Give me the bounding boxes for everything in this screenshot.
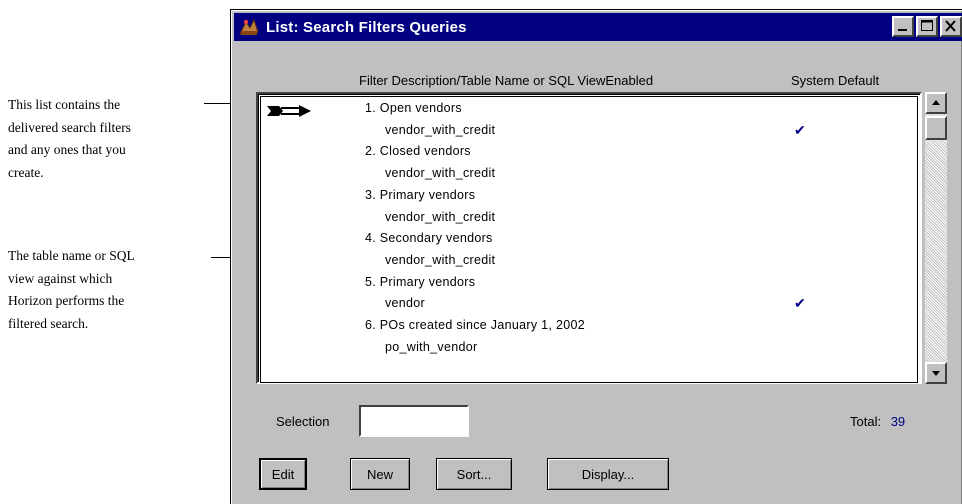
- list-item-text: 6. POs created since January 1, 2002: [365, 318, 585, 332]
- scroll-up-button[interactable]: [925, 92, 947, 114]
- close-icon: [945, 20, 956, 32]
- close-button[interactable]: [940, 16, 962, 37]
- annotation-table-name-description: The table name or SQL view against which…: [8, 248, 135, 331]
- scroll-thumb[interactable]: [925, 116, 947, 140]
- list-item-filter[interactable]: 5. Primary vendors: [261, 271, 917, 293]
- total-value: 39: [890, 414, 906, 429]
- list-item-text: 2. Closed vendors: [365, 144, 471, 159]
- window-title: List: Search Filters Queries: [266, 18, 467, 36]
- list-item-text: 4. Secondary vendors: [365, 231, 493, 246]
- list-item-table-name[interactable]: vendor_with_credit: [261, 206, 917, 228]
- edit-button[interactable]: Edit: [259, 458, 307, 490]
- selection-input[interactable]: [359, 405, 469, 437]
- app-icon: [238, 16, 260, 38]
- system-default-check-icon: ✔: [794, 121, 807, 138]
- list-item-text: vendor_with_credit: [385, 252, 496, 267]
- list-item-text: 3. Primary vendors: [365, 187, 476, 202]
- list-item-text: 5. Primary vendors: [365, 274, 476, 289]
- list-item-table-name[interactable]: vendor ✔: [261, 292, 917, 314]
- vertical-scrollbar[interactable]: [925, 92, 947, 384]
- arrow-up-icon: [932, 100, 940, 105]
- list-item-text: vendor: [385, 296, 426, 311]
- list-item-text: 1. Open vendors: [365, 101, 462, 115]
- arrow-down-icon: [932, 371, 940, 376]
- list-item-filter[interactable]: 6. POs created since January 1, 2002: [261, 314, 917, 336]
- system-default-check-icon: ✔: [794, 295, 807, 312]
- list-item-text: vendor_with_credit: [385, 209, 496, 224]
- new-button[interactable]: New: [350, 458, 410, 490]
- display-button[interactable]: Display...: [547, 458, 669, 490]
- total-label: Total: 39: [850, 414, 905, 429]
- list-item-filter[interactable]: 3. Primary vendors: [261, 184, 917, 206]
- search-filters-list[interactable]: 1. Open vendors vendor_with_credit ✔ 2. Clo…: [256, 92, 922, 384]
- list-item-text: vendor_with_credit: [385, 166, 496, 181]
- column-header-system-default: System Default: [791, 73, 880, 88]
- minimize-button[interactable]: [892, 16, 914, 37]
- minimize-icon: [898, 29, 907, 31]
- window-controls: [892, 16, 962, 37]
- list-item-filter[interactable]: 2. Closed vendors: [261, 140, 917, 162]
- total-label-text: Total:: [850, 414, 882, 429]
- maximize-icon: [921, 20, 933, 31]
- list-item-table-name[interactable]: vendor_with_credit ✔: [261, 119, 917, 141]
- maximize-button[interactable]: [916, 16, 938, 37]
- list-item-filter[interactable]: 4. Secondary vendors: [261, 227, 917, 249]
- search-filters-window: List: Search Filters Queries Filter Desc…: [231, 10, 962, 504]
- list-item-table-name[interactable]: vendor_with_credit: [261, 249, 917, 271]
- sort-button[interactable]: Sort...: [436, 458, 512, 490]
- list-item-table-name[interactable]: po_with_vendor: [261, 336, 917, 358]
- list-item-filter[interactable]: 1. Open vendors: [261, 97, 917, 119]
- title-bar[interactable]: List: Search Filters Queries: [234, 13, 962, 41]
- column-header-description: Filter Description/Table Name or SQL Vie…: [359, 73, 654, 88]
- list-item-table-name[interactable]: vendor_with_credit: [261, 162, 917, 184]
- annotation-list-description: This list contains the delivered search …: [8, 97, 131, 180]
- list-item-text: vendor_with_credit: [385, 122, 496, 137]
- scroll-down-button[interactable]: [925, 362, 947, 384]
- selection-label: Selection: [276, 414, 330, 429]
- list-item-text: po_with_vendor: [385, 339, 478, 354]
- list-focus-frame: 1. Open vendors vendor_with_credit ✔ 2. Clo…: [260, 96, 918, 383]
